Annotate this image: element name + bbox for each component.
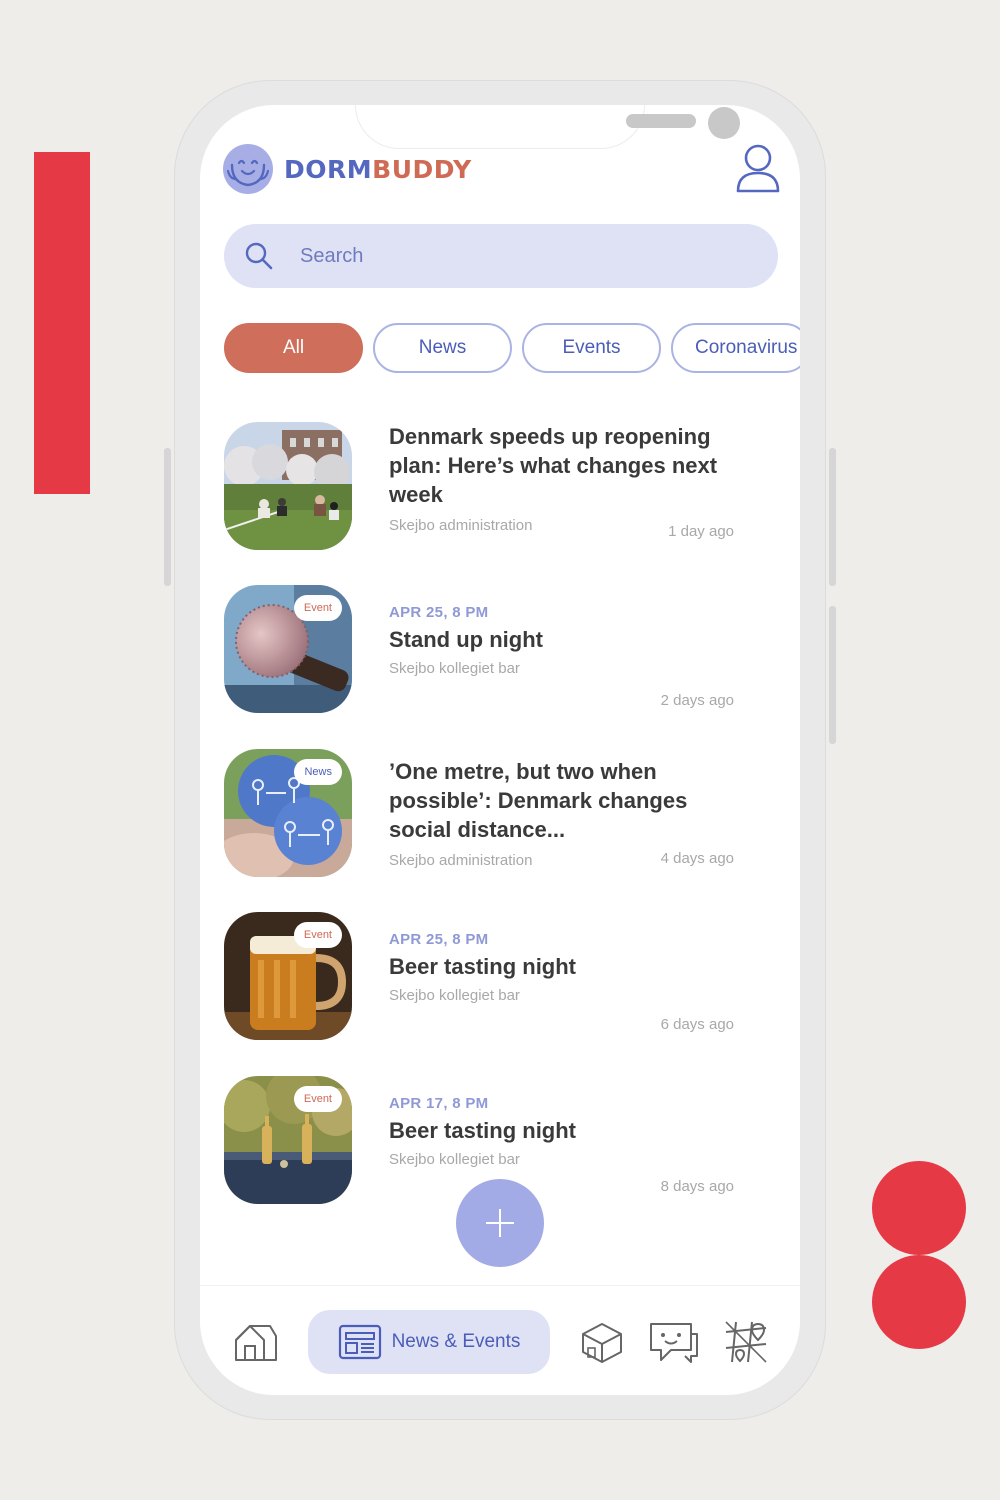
feed-item-title: Beer tasting night	[389, 954, 577, 979]
news-icon	[338, 1324, 381, 1360]
smiley-logo-icon	[223, 144, 273, 194]
lawn-photo	[224, 422, 352, 550]
home-icon	[235, 1325, 277, 1361]
app-logo[interactable]: DORMBUDDY	[222, 143, 472, 195]
feed-item[interactable]: Event APR 25, 8 PM Stand up night Skejbo…	[224, 585, 784, 715]
chat-icon	[650, 1323, 698, 1363]
filter-chip-all[interactable]: All	[224, 323, 363, 373]
phone-side-button	[829, 606, 836, 744]
filter-chips: All News Events Coronavirus	[224, 323, 800, 375]
feed-item-title: Beer tasting night	[389, 1118, 577, 1143]
feed-item-time: 6 days ago	[660, 1016, 734, 1033]
filter-chip-coronavirus[interactable]: Coronavirus	[671, 323, 800, 373]
phone-screen: DORMBUDDY Search All News Events Coronav…	[200, 105, 800, 1395]
feed-item-source: Skejbo kollegiet bar	[389, 1151, 520, 1168]
speaker	[626, 114, 696, 128]
thumbnail-beer-bottles: Event	[224, 1076, 352, 1204]
feed-item-date: APR 25, 8 PM	[389, 604, 489, 621]
search-bar[interactable]: Search	[224, 224, 778, 288]
search-icon	[245, 242, 273, 270]
event-badge: Event	[293, 922, 342, 948]
brand-name-part-2: BUDDY	[372, 154, 472, 184]
feed-item[interactable]: News ’One metre, but two when possible’:…	[224, 749, 784, 879]
phone-side-button	[829, 448, 836, 586]
bottom-navigation: News & Events	[200, 1285, 800, 1395]
feed-item-title: ’One metre, but two when possible’: Denm…	[389, 759, 688, 842]
feed-item-date: APR 25, 8 PM	[389, 931, 489, 948]
feed-item-time: 4 days ago	[660, 850, 734, 867]
feed-item-time: 2 days ago	[660, 692, 734, 709]
nav-chat[interactable]	[646, 1310, 702, 1374]
brand-name: DORMBUDDY	[284, 155, 472, 184]
event-badge: Event	[293, 595, 342, 621]
thumbnail-beer-mug: Event	[224, 912, 352, 1040]
decorative-red-bar	[34, 152, 90, 494]
feed-item-time: 1 day ago	[668, 523, 734, 540]
feed-item-source: Skejbo kollegiet bar	[389, 660, 520, 677]
filter-chip-news[interactable]: News	[373, 323, 512, 373]
search-input[interactable]: Search	[300, 245, 363, 268]
feed-item-source: Skejbo kollegiet bar	[389, 987, 520, 1004]
nav-laundry[interactable]	[576, 1310, 628, 1374]
nav-news-events[interactable]: News & Events	[308, 1310, 550, 1374]
brand-name-part-1: DORM	[284, 154, 373, 184]
plus-icon	[486, 1209, 514, 1237]
feed-item-title: Denmark speeds up reopening plan: Here’s…	[389, 424, 718, 507]
thumbnail-people-on-lawn	[224, 422, 352, 550]
phone-side-button	[164, 448, 171, 586]
nav-map[interactable]	[720, 1310, 772, 1374]
nav-news-events-label: News & Events	[391, 1331, 521, 1352]
news-badge: News	[294, 759, 342, 785]
feed-item-title: Stand up night	[389, 627, 543, 652]
user-icon[interactable]	[734, 143, 782, 195]
camera	[708, 107, 740, 139]
filter-chip-events[interactable]: Events	[522, 323, 661, 373]
feed-item-time: 8 days ago	[660, 1178, 734, 1195]
map-icon	[725, 1321, 767, 1363]
decorative-red-dot	[872, 1255, 966, 1349]
nav-home[interactable]	[228, 1310, 284, 1374]
laundry-icon	[582, 1323, 622, 1363]
decorative-red-dot	[872, 1161, 966, 1255]
feed-item[interactable]: Event APR 25, 8 PM Beer tasting night Sk…	[224, 912, 784, 1042]
event-badge: Event	[293, 1086, 342, 1112]
feed-item[interactable]: Denmark speeds up reopening plan: Here’s…	[224, 422, 784, 552]
thumbnail-distance-buttons: News	[224, 749, 352, 877]
feed-item-date: APR 17, 8 PM	[389, 1095, 489, 1112]
add-button[interactable]	[456, 1179, 544, 1267]
thumbnail-microphone: Event	[224, 585, 352, 713]
